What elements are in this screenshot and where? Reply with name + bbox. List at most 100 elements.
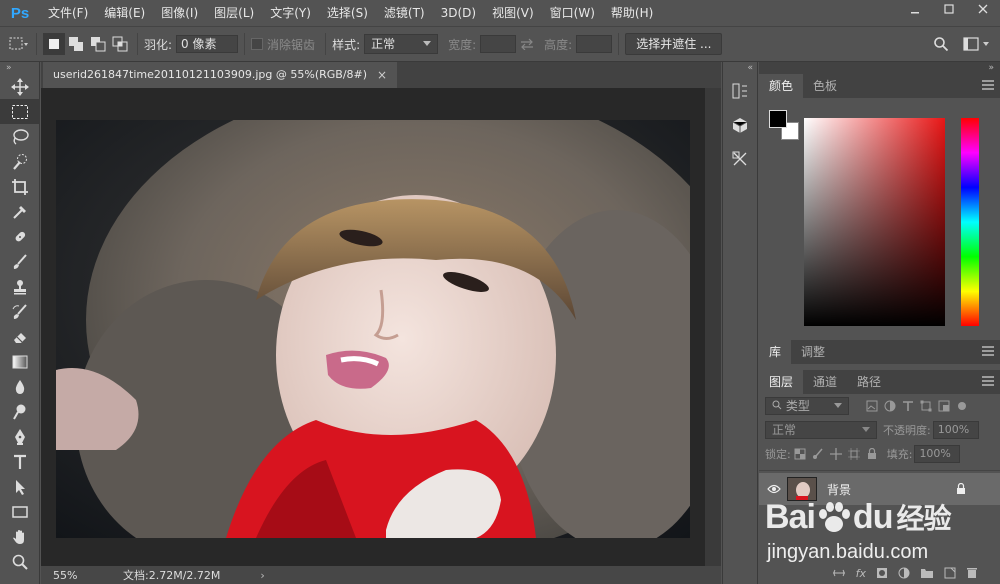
history-panel-button[interactable] [723, 74, 757, 108]
watermark-brand-2: du [852, 497, 894, 536]
blend-mode-select[interactable]: 正常 [765, 421, 877, 439]
document-area: userid261847time20110121103909.jpg @ 55%… [41, 62, 721, 584]
rectangle-tool[interactable] [0, 499, 40, 524]
lock-pixels-button[interactable] [809, 445, 827, 463]
eraser-tool[interactable] [0, 324, 40, 349]
filter-type-label: 类型 [772, 397, 810, 415]
height-label: 高度: [544, 37, 573, 52]
hand-tool[interactable] [0, 524, 40, 549]
filter-pixel-button[interactable] [863, 397, 881, 415]
tab-libraries[interactable]: 库 [759, 340, 792, 364]
healing-brush-tool[interactable] [0, 224, 40, 249]
tab-layers[interactable]: 图层 [759, 370, 804, 394]
filter-smart-object-button[interactable] [935, 397, 953, 415]
intersect-selection-button[interactable] [109, 33, 131, 55]
dodge-tool[interactable] [0, 399, 40, 424]
tab-paths[interactable]: 路径 [847, 370, 891, 394]
zoom-tool[interactable] [0, 549, 40, 574]
color-field[interactable] [804, 118, 945, 326]
menu-view[interactable]: 视图(V) [484, 0, 542, 26]
menu-layer[interactable]: 图层(L) [206, 0, 262, 26]
menu-type[interactable]: 文字(Y) [262, 0, 319, 26]
tab-swatches[interactable]: 色板 [803, 74, 847, 98]
canvas[interactable] [56, 120, 690, 538]
style-label: 样式: [332, 37, 361, 52]
lasso-tool[interactable] [0, 124, 40, 149]
menu-edit[interactable]: 编辑(E) [96, 0, 153, 26]
menu-image[interactable]: 图像(I) [153, 0, 206, 26]
style-select[interactable]: 正常 [364, 34, 439, 54]
quick-selection-icon [13, 153, 27, 170]
filter-shape-button[interactable] [917, 397, 935, 415]
layer-filter-select[interactable]: 类型 [765, 397, 849, 415]
clone-stamp-tool[interactable] [0, 274, 40, 299]
panel-collapse-grip[interactable]: » [0, 62, 39, 74]
type-tool[interactable] [0, 449, 40, 474]
close-tab-icon[interactable]: × [377, 62, 387, 88]
watermark-jingyan: 经验 [896, 502, 951, 535]
height-input[interactable] [576, 35, 613, 53]
strip-collapse-grip[interactable]: « [723, 62, 757, 74]
panel-collapse-grip[interactable]: » [759, 62, 1000, 74]
menu-window[interactable]: 窗口(W) [542, 0, 603, 26]
tab-adjustments[interactable]: 调整 [791, 340, 835, 364]
add-to-selection-button[interactable] [65, 33, 87, 55]
quick-selection-tool[interactable] [0, 149, 40, 174]
minimize-button[interactable] [898, 0, 932, 18]
brush-tool[interactable] [0, 249, 40, 274]
lock-transparent-button[interactable] [791, 445, 809, 463]
select-and-mask-button[interactable]: 选择并遮住 ... [625, 33, 723, 55]
document-tab-bar: userid261847time20110121103909.jpg @ 55%… [41, 62, 721, 88]
maximize-button[interactable] [932, 0, 966, 18]
menu-file[interactable]: 文件(F) [40, 0, 96, 26]
subtract-from-selection-button[interactable] [87, 33, 109, 55]
blur-tool[interactable] [0, 374, 40, 399]
chevron-down-icon [423, 41, 432, 46]
filter-adjustment-button[interactable] [881, 397, 899, 415]
crop-tool[interactable] [0, 174, 40, 199]
workspace-switcher[interactable] [960, 33, 994, 55]
move-tool[interactable] [0, 74, 40, 99]
opacity-input[interactable]: 100% [932, 421, 979, 439]
lock-position-button[interactable] [827, 445, 845, 463]
panel-menu-icon[interactable] [982, 80, 994, 90]
menu-help[interactable]: 帮助(H) [603, 0, 661, 26]
panel-menu-icon[interactable] [982, 346, 994, 356]
menu-3d[interactable]: 3D(D) [433, 0, 484, 26]
menu-select[interactable]: 选择(S) [319, 0, 376, 26]
rectangular-marquee-tool[interactable] [0, 99, 40, 124]
vertical-scrollbar[interactable] [705, 88, 721, 566]
paths-panel-button[interactable] [723, 142, 757, 176]
menu-filter[interactable]: 滤镜(T) [376, 0, 433, 26]
gradient-tool[interactable] [0, 349, 40, 374]
width-input[interactable] [480, 35, 517, 53]
foreground-color-swatch[interactable] [769, 110, 787, 128]
style-value: 正常 [371, 37, 396, 51]
close-window-button[interactable] [966, 0, 1000, 18]
new-selection-button[interactable] [43, 33, 65, 55]
eyedropper-tool[interactable] [0, 199, 40, 224]
tab-channels[interactable]: 通道 [803, 370, 847, 394]
zoom-level[interactable]: 55% [41, 569, 89, 582]
lock-artboard-button[interactable] [845, 445, 863, 463]
filter-toggle-button[interactable] [953, 397, 971, 415]
panel-menu-icon[interactable] [982, 376, 994, 386]
pen-tool[interactable] [0, 424, 40, 449]
3d-panel-button[interactable] [723, 108, 757, 142]
marquee-tool-preset-button[interactable] [8, 33, 30, 55]
feather-input[interactable]: 0 像素 [176, 35, 239, 53]
gradient-icon [12, 355, 28, 368]
subtract-selection-icon [91, 37, 106, 52]
hue-slider[interactable] [961, 118, 979, 326]
document-tab[interactable]: userid261847time20110121103909.jpg @ 55%… [43, 62, 398, 88]
fill-input[interactable]: 100% [914, 445, 961, 463]
path-selection-tool[interactable] [0, 474, 40, 499]
tab-color[interactable]: 颜色 [759, 74, 804, 98]
status-menu-arrow[interactable]: › [260, 569, 264, 582]
swap-dimensions-button[interactable] [516, 33, 538, 55]
lock-all-button[interactable] [863, 445, 881, 463]
antialias-checkbox[interactable] [251, 38, 264, 50]
history-brush-tool[interactable] [0, 299, 40, 324]
search-button[interactable] [930, 33, 952, 55]
filter-type-button[interactable] [899, 397, 917, 415]
